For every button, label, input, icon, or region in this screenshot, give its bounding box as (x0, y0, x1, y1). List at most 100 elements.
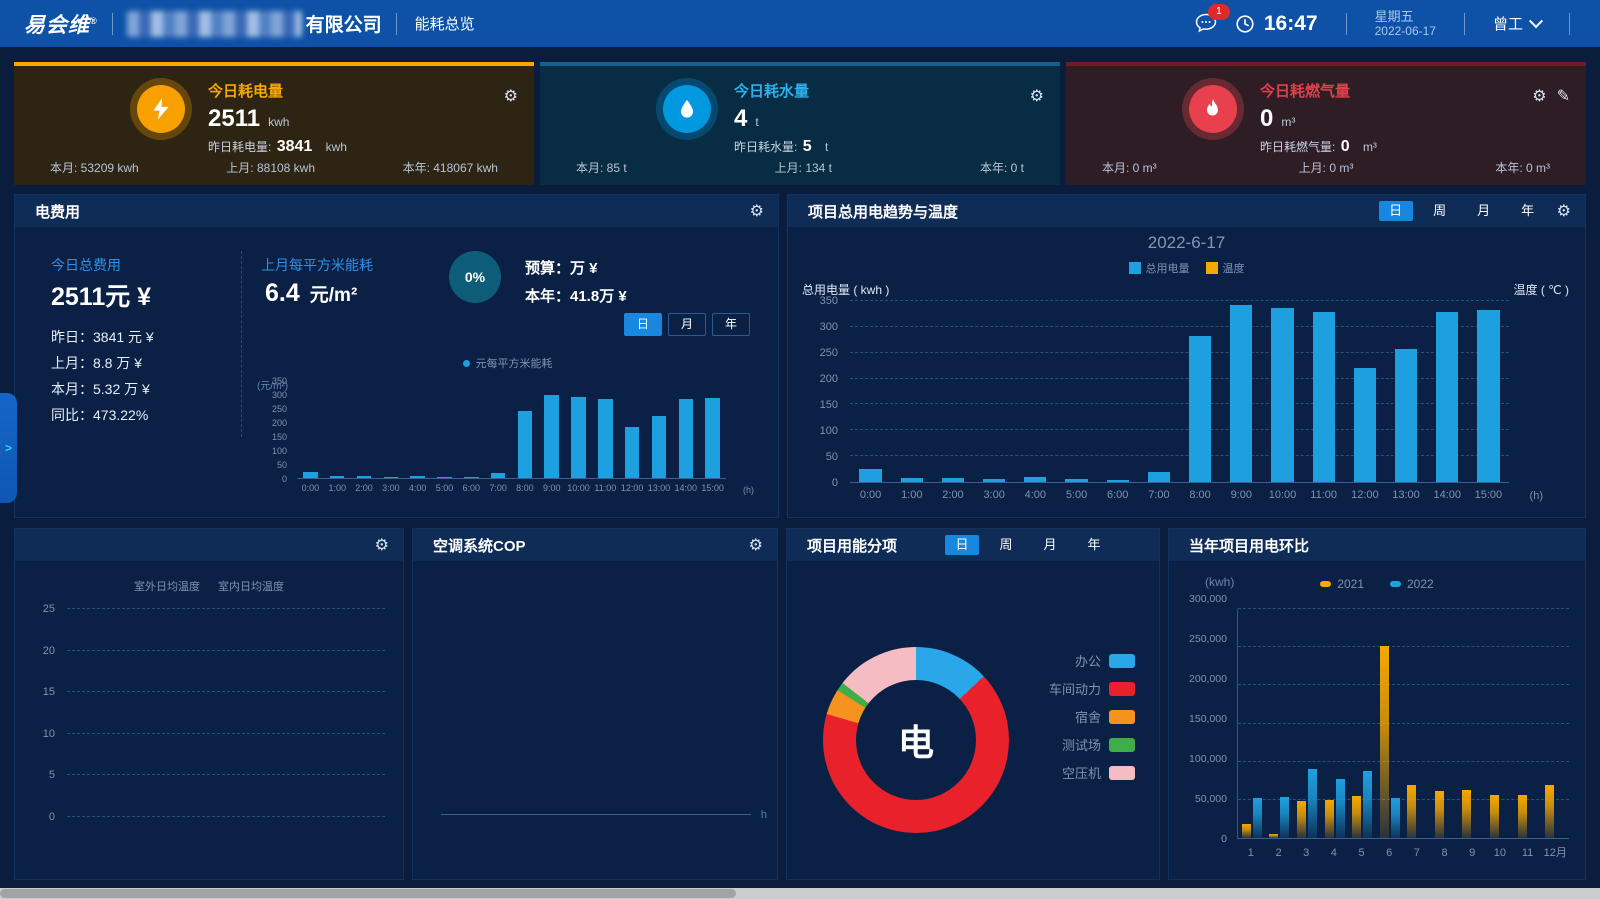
bar-10:00[interactable] (1271, 308, 1293, 482)
bar-14:00[interactable] (679, 399, 693, 478)
bar-3:00[interactable] (983, 479, 1005, 482)
bar-slot (1262, 301, 1303, 482)
legend-swatch (1320, 581, 1331, 587)
messages-button[interactable]: 1 (1194, 11, 1220, 37)
bar-9:00[interactable] (544, 395, 558, 478)
bar-2021-2[interactable] (1269, 834, 1278, 838)
bar-2:00[interactable] (357, 476, 371, 478)
horizontal-scrollbar[interactable] (0, 888, 1600, 899)
settings-icon[interactable]: ⚙ (749, 535, 763, 555)
bar-11:00[interactable] (598, 399, 612, 478)
bar-12:00[interactable] (625, 427, 639, 478)
gridline (67, 650, 385, 651)
bar-2021-8[interactable] (1435, 791, 1444, 838)
bar-2021-5[interactable] (1352, 796, 1361, 838)
x-tick-label: 7:00 (1138, 485, 1179, 505)
bar-2021-10[interactable] (1490, 795, 1499, 838)
bar-5:00[interactable] (437, 477, 451, 478)
donut-hole: 电 (856, 680, 976, 800)
sidebar-expander[interactable]: > (0, 393, 17, 503)
settings-icon[interactable]: ⚙ (375, 535, 389, 555)
bar-5:00[interactable] (1065, 479, 1087, 482)
user-menu[interactable]: 曾工 (1493, 13, 1541, 34)
bar-2021-12月[interactable] (1545, 785, 1554, 838)
bar-3:00[interactable] (384, 477, 398, 478)
tab-week[interactable]: 周 (1423, 201, 1457, 221)
tab-day[interactable]: 日 (945, 535, 979, 555)
x-tick-label: 12:00 (1344, 485, 1385, 505)
bar-2022-3[interactable] (1308, 769, 1317, 838)
bar-2:00[interactable] (942, 478, 964, 482)
bar-2021-9[interactable] (1462, 790, 1471, 838)
tab-week[interactable]: 周 (989, 535, 1023, 555)
bar-2021-1[interactable] (1242, 824, 1251, 838)
bar-slot (404, 393, 431, 478)
y-tick-label: 300 (272, 390, 287, 400)
bar-0:00[interactable] (303, 472, 317, 478)
bar-6:00[interactable] (1107, 480, 1129, 482)
y-tick-label: 250 (820, 347, 838, 359)
edit-icon[interactable]: ✎ (1557, 86, 1570, 106)
bar-2022-4[interactable] (1336, 779, 1345, 838)
scrollbar-thumb[interactable] (0, 889, 736, 898)
panel-title: 项目用能分项 (801, 535, 897, 556)
donut-legend: 办公车间动力宿舍测试场空压机 (1049, 651, 1135, 782)
bar-10:00[interactable] (571, 397, 585, 478)
bar-0:00[interactable] (859, 469, 881, 482)
y-tick-label: 15 (43, 686, 55, 698)
x-tick-label: 10 (1486, 841, 1514, 865)
tab-year[interactable]: 年 (1511, 201, 1545, 221)
tab-year[interactable]: 年 (1077, 535, 1111, 555)
settings-icon[interactable]: ⚙ (750, 201, 764, 221)
bar-slot (646, 393, 673, 478)
bar-13:00[interactable] (1395, 349, 1417, 482)
settings-icon[interactable]: ⚙ (504, 86, 518, 106)
bar-2021-11[interactable] (1518, 795, 1527, 838)
bar-2021-7[interactable] (1407, 785, 1416, 838)
tab-month[interactable]: 月 (1033, 535, 1067, 555)
tab-day[interactable]: 日 (1379, 201, 1413, 221)
tab-month[interactable]: 月 (668, 313, 706, 336)
bar-9:00[interactable] (1230, 305, 1252, 482)
bar-15:00[interactable] (1477, 310, 1499, 482)
bar-2022-2[interactable] (1280, 797, 1289, 838)
bar-7:00[interactable] (1148, 472, 1170, 482)
bar-group-10 (1486, 609, 1514, 838)
bar-2021-3[interactable] (1297, 801, 1306, 838)
bar-1:00[interactable] (901, 478, 923, 482)
bar-7:00[interactable] (491, 473, 505, 478)
bar-14:00[interactable] (1436, 312, 1458, 482)
settings-icon[interactable]: ⚙ (1030, 86, 1044, 106)
bar-13:00[interactable] (652, 416, 666, 478)
yesterday-value: 5 (803, 138, 812, 155)
settings-icon[interactable]: ⚙ (1557, 201, 1571, 221)
stat-last-month: 上月: 0 m³ (1299, 159, 1354, 176)
x-tick-label: 2:00 (932, 485, 973, 505)
bar-6:00[interactable] (464, 477, 478, 478)
bar-15:00[interactable] (705, 398, 719, 478)
bar-2021-6[interactable] (1380, 646, 1389, 838)
bar-2022-5[interactable] (1363, 771, 1372, 838)
bar-2021-4[interactable] (1325, 800, 1334, 838)
bar-8:00[interactable] (518, 411, 532, 478)
tab-day[interactable]: 日 (624, 313, 662, 336)
panel-header: ⚙ (15, 529, 403, 561)
nav-item-energy-overview[interactable]: 能耗总览 (415, 13, 475, 34)
bar-4:00[interactable] (1024, 477, 1046, 482)
tab-month[interactable]: 月 (1467, 201, 1501, 221)
bar-1:00[interactable] (330, 476, 344, 478)
bar-8:00[interactable] (1189, 336, 1211, 482)
energy-breakdown-donut[interactable]: 电 (823, 647, 1009, 833)
bar-2022-1[interactable] (1253, 798, 1262, 838)
x-tick-label: 11:00 (592, 479, 619, 497)
tab-year[interactable]: 年 (712, 313, 750, 336)
bar-slot (1344, 301, 1385, 482)
bar-4:00[interactable] (410, 476, 424, 478)
y-tick-label: 100,000 (1189, 753, 1227, 765)
bar-11:00[interactable] (1313, 312, 1335, 482)
bar-2022-6[interactable] (1391, 798, 1400, 838)
x-tick-label: 3:00 (377, 479, 404, 497)
bar-group-5 (1348, 609, 1376, 838)
settings-icon[interactable]: ⚙ (1532, 86, 1546, 106)
bar-12:00[interactable] (1354, 368, 1376, 482)
